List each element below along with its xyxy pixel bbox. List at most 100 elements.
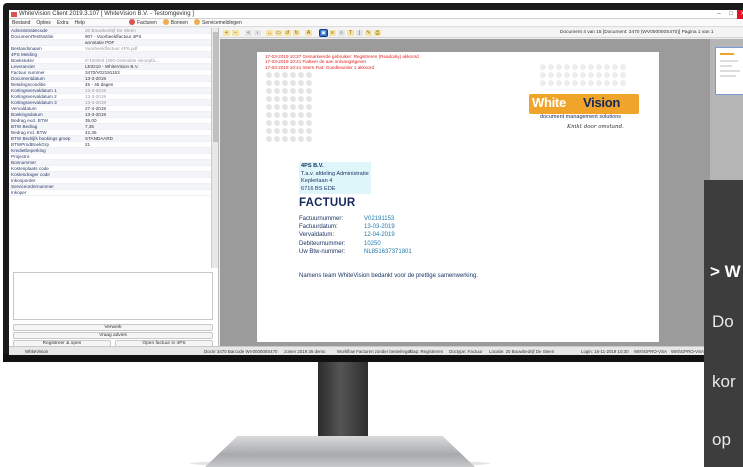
property-key: Bestandsnaam xyxy=(11,46,42,51)
dot xyxy=(298,128,304,134)
property-value[interactable]: STANDAARD xyxy=(83,136,211,141)
zoom-in-icon[interactable]: + xyxy=(223,30,230,36)
attach-icon[interactable]: ✎ xyxy=(365,30,372,36)
invoice-meta-key: Debiteurnummer: xyxy=(299,240,346,247)
fit-width-icon[interactable]: ↔ xyxy=(266,30,273,36)
property-value[interactable]: 27-4-2019 xyxy=(83,106,211,111)
property-value[interactable] xyxy=(83,160,211,165)
overlay-line: Do xyxy=(712,312,734,331)
property-value[interactable]: 21 xyxy=(83,142,211,147)
property-key: BTW Bedrag xyxy=(11,124,38,129)
invoice-meta-value: V02191153 xyxy=(364,216,395,222)
property-row[interactable]: Inkoper xyxy=(9,190,211,196)
zoom-out-icon[interactable]: − xyxy=(232,30,239,36)
promo-stage: WhiteVision Client 2019.3.107 [ WhiteVis… xyxy=(0,0,743,467)
property-value[interactable]: 35,00 xyxy=(83,118,211,123)
property-value[interactable]: annotatie PDF xyxy=(83,40,211,45)
status-app: WhiteVision xyxy=(25,349,49,354)
property-key: Kortingsvervaldatum 3 xyxy=(11,100,57,105)
tab-bonnen[interactable]: Bonnen xyxy=(162,19,188,27)
property-value[interactable] xyxy=(83,154,211,159)
property-value[interactable]: 13-3-2019 xyxy=(83,94,211,99)
property-value[interactable]: 7,35 xyxy=(83,124,211,129)
status-doctype: Doctype: Factuur xyxy=(449,349,483,354)
print-icon[interactable]: ⎙ xyxy=(374,30,381,36)
text-icon[interactable]: T xyxy=(347,30,354,36)
invoice-meta-key: Vervaldatum: xyxy=(299,232,335,239)
property-value[interactable] xyxy=(83,166,211,171)
property-value[interactable]: 13-3-2019 xyxy=(83,88,211,93)
property-value[interactable]: LE0210 - WhiteVision B.V. xyxy=(83,64,211,69)
status-user2: WIN\GPRO-VSA xyxy=(671,349,704,354)
verwerk-button[interactable]: Verwerk xyxy=(13,324,213,331)
thumb-logo xyxy=(720,53,734,55)
properties-panel: Administratiecode 20 Bouwbedrijf De Steen… xyxy=(9,28,219,347)
dot xyxy=(274,80,280,86)
fit-page-icon[interactable]: ▭ xyxy=(275,30,282,36)
dot xyxy=(290,72,296,78)
dot xyxy=(306,72,312,78)
tab-servicemeldingen[interactable]: Servicemeldingen xyxy=(193,19,242,27)
invoice-title: FACTUUR xyxy=(299,197,356,209)
menu-bestand[interactable]: Bestand xyxy=(9,19,33,26)
property-value[interactable]: 13-3-2019 xyxy=(83,112,211,117)
property-key: Boekstuknr xyxy=(11,58,34,63)
thumb-line xyxy=(720,70,740,72)
search-icon[interactable]: ⌕ xyxy=(338,30,345,36)
property-key xyxy=(9,40,83,45)
prev-page-icon[interactable]: ‹ xyxy=(254,30,261,36)
dot xyxy=(274,128,280,134)
status-step: Stap: Registreren xyxy=(409,349,444,354)
rotate-right-icon[interactable]: ↻ xyxy=(293,30,300,36)
maximize-icon[interactable]: □ xyxy=(725,10,737,19)
dot xyxy=(282,80,288,86)
property-key: Documentdatum xyxy=(11,76,45,81)
first-page-icon[interactable]: « xyxy=(245,30,252,36)
property-key: Serviceordernummer xyxy=(11,184,54,189)
invoice-meta: Factuurnummer: V02191153 Factuurdatum: 13-0… xyxy=(299,215,412,256)
property-value[interactable] xyxy=(83,52,211,57)
notes-textarea[interactable] xyxy=(13,272,213,320)
property-value[interactable] xyxy=(83,178,211,183)
property-value[interactable]: 907 - Voorbeeldfactuur 4PS xyxy=(83,34,211,39)
property-value[interactable] xyxy=(83,184,211,189)
properties-scrollbar[interactable] xyxy=(211,28,218,268)
address-line: T.a.v. afdeling Administratie xyxy=(301,170,369,177)
dot xyxy=(266,72,272,78)
property-value[interactable]: 13-3-2019 xyxy=(83,100,211,105)
stamp-icon[interactable]: ≡ xyxy=(329,30,336,36)
window-titlebar: WhiteVision Client 2019.3.107 [ WhiteVis… xyxy=(9,10,743,19)
view-mode-icon[interactable]: ▣ xyxy=(319,29,328,37)
menu-help[interactable]: Help xyxy=(71,19,87,26)
tab-facturen[interactable]: Facturen xyxy=(129,19,157,27)
property-value[interactable] xyxy=(83,148,211,153)
dot xyxy=(266,112,272,118)
page-thumbnail[interactable] xyxy=(715,47,743,95)
property-value[interactable]: Voorbeeldfactuur 4PS.pdf xyxy=(83,46,211,51)
invoice-meta-row: Vervaldatum: 12-04-2019 xyxy=(299,231,412,239)
property-value[interactable]: 45 - 45 dagen xyxy=(83,82,211,87)
workflow-tabs: Facturen Bonnen Servicemeldingen xyxy=(129,19,242,27)
dot xyxy=(604,80,610,86)
property-value[interactable]: 42,35 xyxy=(83,130,211,135)
property-value[interactable] xyxy=(83,172,211,177)
invoice-meta-value: 13-03-2019 xyxy=(364,224,395,231)
vraag-advies-button[interactable]: Vraag advies xyxy=(13,332,213,339)
menu-extra[interactable]: Extra xyxy=(54,19,72,26)
invoice-meta-row: Factuurdatum: 13-03-2019 xyxy=(299,223,412,231)
scrollbar-thumb[interactable] xyxy=(213,32,218,142)
invoice-meta-key: Factuurnummer: xyxy=(299,216,344,222)
close-icon[interactable]: ✕ xyxy=(737,10,743,19)
invoice-meta-value: 12-04-2019 xyxy=(364,232,395,239)
property-value[interactable]: 3470/V02191153 xyxy=(83,70,211,75)
property-value[interactable]: 20 Bouwbedrijf De Steen xyxy=(83,28,211,33)
dot xyxy=(556,80,562,86)
menu-opties[interactable]: Opties xyxy=(33,19,53,26)
property-value[interactable] xyxy=(83,190,211,195)
property-value[interactable]: 13-3-2019 xyxy=(83,76,211,81)
minimize-icon[interactable]: – xyxy=(713,10,725,19)
rotate-left-icon[interactable]: ↺ xyxy=(284,30,291,36)
property-value[interactable]: IF100003 (300-Gebruikte inkoopfa... xyxy=(83,58,211,63)
thank-you-line: Namens team WhiteVision bedankt voor de … xyxy=(299,273,478,279)
annotate-icon[interactable]: A xyxy=(305,30,312,36)
